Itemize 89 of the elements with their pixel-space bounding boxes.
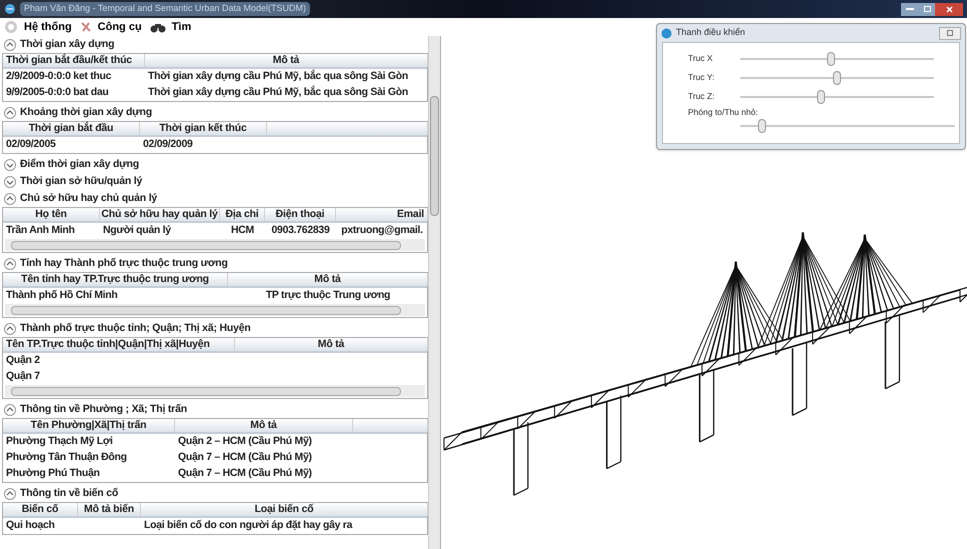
slider-thumb[interactable] — [833, 70, 841, 84]
table-cell-text: Thành phố Hồ Chí Minh — [6, 288, 118, 304]
globe-icon — [661, 28, 672, 38]
window-title: Pham Văn Đăng - Temporal and Semantic Urban Data Model(TSUDM) — [20, 2, 310, 16]
section-title: Tỉnh hay Thành phố trực thuộc trung ương — [20, 256, 228, 271]
restore-button[interactable] — [939, 26, 961, 40]
binoculars-icon — [150, 22, 166, 32]
table-cell-text: 02/09/2009 — [143, 137, 193, 152]
table-cell-text: TP trực thuộc Trung ương — [266, 288, 390, 304]
maximize-button[interactable] — [919, 2, 935, 16]
section-title: Thời gian sở hữu/quản lý — [20, 174, 142, 189]
table-cell-text: Quận 7 – HCM (Cầu Phú Mỹ) — [178, 450, 312, 466]
slider-thumb[interactable] — [817, 90, 826, 104]
column-header[interactable]: Mô tả — [318, 336, 344, 352]
chevron-icon — [4, 158, 16, 170]
scroll-thumb[interactable] — [11, 386, 401, 396]
table-cell-text: Phường Tân Thuận Đông — [6, 450, 127, 466]
table-cell-text: Quận 7 — [6, 369, 40, 384]
column-header[interactable]: Mô tả biến — [84, 502, 134, 518]
chevron-icon — [4, 192, 16, 204]
chevron-icon — [4, 322, 16, 334]
column-header[interactable]: Mô tả — [250, 418, 277, 434]
table-cell-text: Thời gian xây dựng cầu Phú Mỹ, bắc qua sông Sài Gòn — [148, 69, 408, 84]
scroll-thumb[interactable] — [11, 240, 401, 250]
table-cell-text: Thời gian xây dựng cầu Phú Mỹ, bắc qua sông Sài Gòn — [148, 85, 408, 100]
section-title: Chủ sở hữu hay chủ quản lý — [20, 190, 158, 206]
section-title: Khoảng thời gian xây dựng — [20, 104, 152, 120]
table-cell-text: Phường Thạch Mỹ Lợi — [6, 434, 113, 450]
panel-title: Thanh điều khiển — [676, 26, 746, 40]
column-header[interactable]: Email — [396, 206, 424, 222]
column-header[interactable]: Tên tỉnh hay TP.Trực thuộc trung ương — [21, 272, 209, 288]
horizontal-scrollbar[interactable] — [5, 239, 425, 251]
menu-item[interactable]: Hệ thống — [24, 18, 72, 36]
column-header[interactable]: Mô tả — [272, 52, 300, 68]
section-title: Điểm thời gian xây dựng — [20, 156, 139, 172]
table-cell-text: 0903.762839 — [271, 223, 330, 238]
table-cell-text: 9/9/2005-0:0:0 bat dau — [6, 85, 109, 100]
table-cell-text: 2/9/2009-0:0:0 ket thuc — [6, 69, 112, 84]
app-icon — [4, 3, 16, 15]
table-cell-text: Người quản lý — [103, 223, 171, 238]
column-header[interactable]: Thời gian bắt đầu/kết thúc — [6, 52, 132, 68]
column-header[interactable]: Tên TP.Trực thuộc tỉnh|Quận|Thị xã|Huyện — [6, 336, 210, 352]
column-header[interactable]: Loại biến cố — [254, 502, 314, 518]
table-cell-text: Quận 2 — [6, 353, 40, 368]
column-header[interactable]: Điện thoại — [276, 206, 324, 222]
table-cell-text: Trần Anh Minh — [6, 223, 75, 238]
slider-track[interactable] — [740, 124, 955, 127]
table-cell-text: Quận 2 – HCM (Cầu Phú Mỹ) — [178, 434, 312, 450]
table-cell-text: pxtruong@gmail. — [341, 223, 423, 238]
section-title: Thành phố trực thuộc tỉnh; Quận; Thị xã; Huyện — [20, 320, 251, 336]
column-header[interactable]: Chủ sở hữu hay quản lý — [101, 206, 218, 222]
table-cell-text: 02/09/2005 — [6, 137, 56, 152]
menu-item[interactable]: Tìm — [172, 18, 192, 36]
horizontal-scrollbar[interactable] — [5, 304, 425, 316]
slider-label: Truc Z: — [688, 90, 716, 103]
slider-label: Truc Y: — [688, 71, 716, 84]
chevron-icon — [4, 176, 16, 188]
column-header[interactable]: Thời gian bắt đầu — [28, 120, 114, 136]
chevron-icon — [4, 258, 16, 270]
vertical-scrollbar[interactable] — [428, 36, 440, 549]
slider-thumb[interactable] — [758, 118, 766, 133]
section-title: Thông tin về Phường ; Xã; Thị trấn — [20, 402, 187, 417]
column-header[interactable]: Biến cố — [22, 502, 58, 518]
scroll-thumb[interactable] — [11, 306, 401, 314]
table-cell-text: Quận 7 – HCM (Cầu Phú Mỹ) — [178, 466, 312, 482]
section-title: Thông tin về biến cố — [20, 486, 118, 501]
table-cell-text: Loại biến cố do con người áp đặt hay gây ra — [144, 518, 352, 534]
table-cell-text: Phường Phú Thuận — [6, 466, 100, 482]
close-icon — [946, 6, 952, 12]
slider-label: Truc X — [688, 52, 714, 65]
minimize-button[interactable] — [901, 2, 919, 16]
slider-thumb[interactable] — [827, 52, 836, 66]
scroll-thumb[interactable] — [430, 96, 439, 216]
close-button[interactable] — [935, 2, 963, 16]
column-header[interactable]: Mô tả — [314, 272, 341, 288]
section-title: Thời gian xây dựng — [20, 36, 114, 52]
horizontal-scrollbar[interactable] — [5, 385, 425, 397]
chevron-icon — [4, 38, 16, 50]
column-header[interactable]: Thời gian kết thúc — [159, 120, 247, 136]
menu-item[interactable]: Công cụ — [98, 18, 142, 36]
column-header[interactable]: Địa chỉ — [225, 206, 259, 222]
table-cell-text: Qui hoạch — [6, 518, 55, 534]
table-cell-text: HCM — [230, 223, 254, 238]
column-header[interactable]: Tên Phường|Xã|Thị trấn — [30, 418, 146, 434]
chevron-icon — [4, 488, 16, 500]
column-header[interactable]: Họ tên — [35, 206, 67, 222]
chevron-icon — [4, 404, 16, 416]
slider-label: Phóng to/Thu nhỏ: — [688, 106, 759, 119]
chevron-icon — [4, 106, 16, 118]
